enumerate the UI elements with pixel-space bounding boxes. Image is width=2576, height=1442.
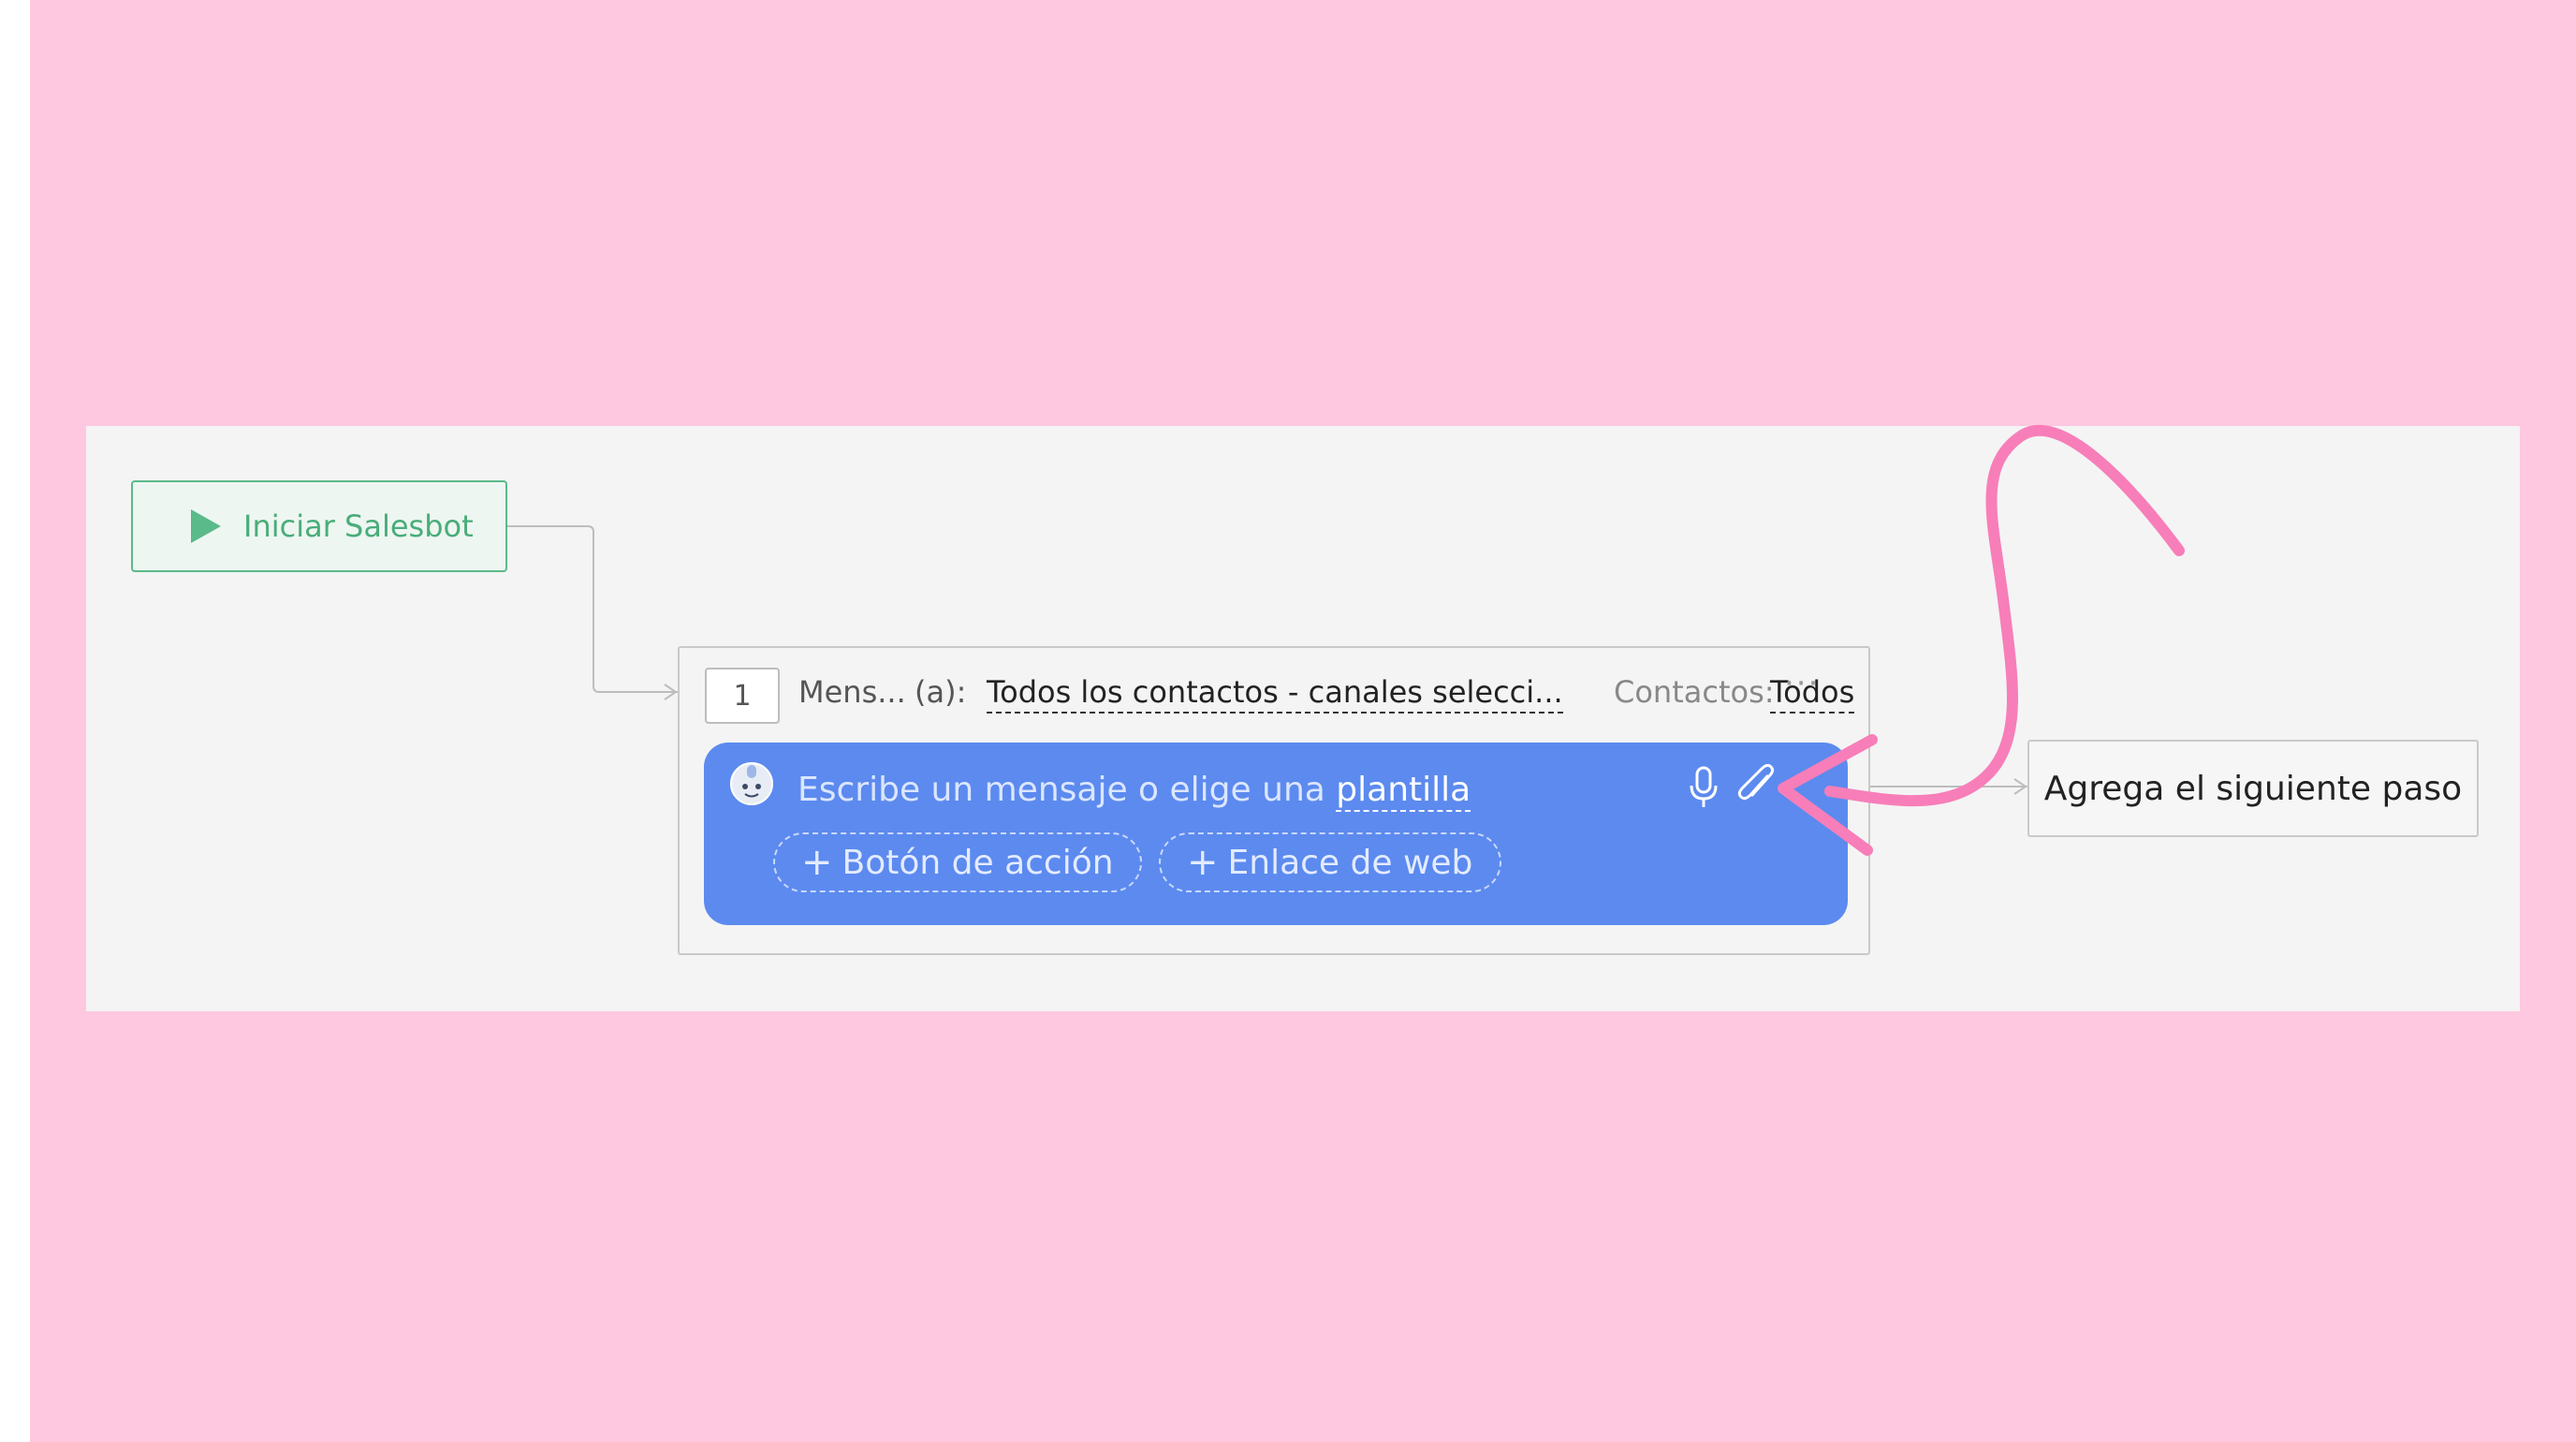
add-web-link-label: Enlace de web xyxy=(1227,843,1473,882)
template-link[interactable]: plantilla xyxy=(1336,771,1471,812)
recipient-selector[interactable]: Todos los contactos - canales selecci... xyxy=(987,674,1563,714)
more-options-button[interactable]: ··· xyxy=(1784,665,1820,702)
message-composer[interactable]: Escribe un mensaje o elige una plantilla… xyxy=(704,743,1848,925)
add-action-label: Botón de acción xyxy=(842,843,1114,882)
microphone-icon[interactable] xyxy=(1687,765,1720,810)
message-input[interactable]: Escribe un mensaje o elige una plantilla xyxy=(798,771,1471,812)
step-type-label: Mens... xyxy=(798,674,906,710)
recipient-value: Todos los contactos - canales selecci... xyxy=(987,674,1563,714)
recipient-prefix: (a): xyxy=(915,674,967,710)
play-icon xyxy=(191,509,221,543)
plus-icon: + xyxy=(1187,841,1219,884)
start-salesbot-node[interactable]: Iniciar Salesbot xyxy=(131,480,507,572)
add-web-link-button[interactable]: + Enlace de web xyxy=(1159,832,1501,892)
paperclip-icon[interactable] xyxy=(1734,763,1777,808)
step-number-badge: 1 xyxy=(705,668,780,724)
message-placeholder: Escribe un mensaje o elige una xyxy=(798,771,1325,809)
add-next-step-button[interactable]: Agrega el siguiente paso xyxy=(2027,740,2479,837)
message-step-card[interactable]: 1 Mens... (a): Todos los contactos - can… xyxy=(678,646,1870,955)
plus-icon: + xyxy=(801,841,833,884)
add-action-button[interactable]: + Botón de acción xyxy=(773,832,1142,892)
salesbot-canvas: Iniciar Salesbot 1 Mens... (a): Todos lo… xyxy=(86,426,2520,1011)
contacts-label: Contactos: xyxy=(1614,674,1775,710)
bot-avatar-icon xyxy=(730,762,773,805)
start-salesbot-label: Iniciar Salesbot xyxy=(243,508,474,544)
